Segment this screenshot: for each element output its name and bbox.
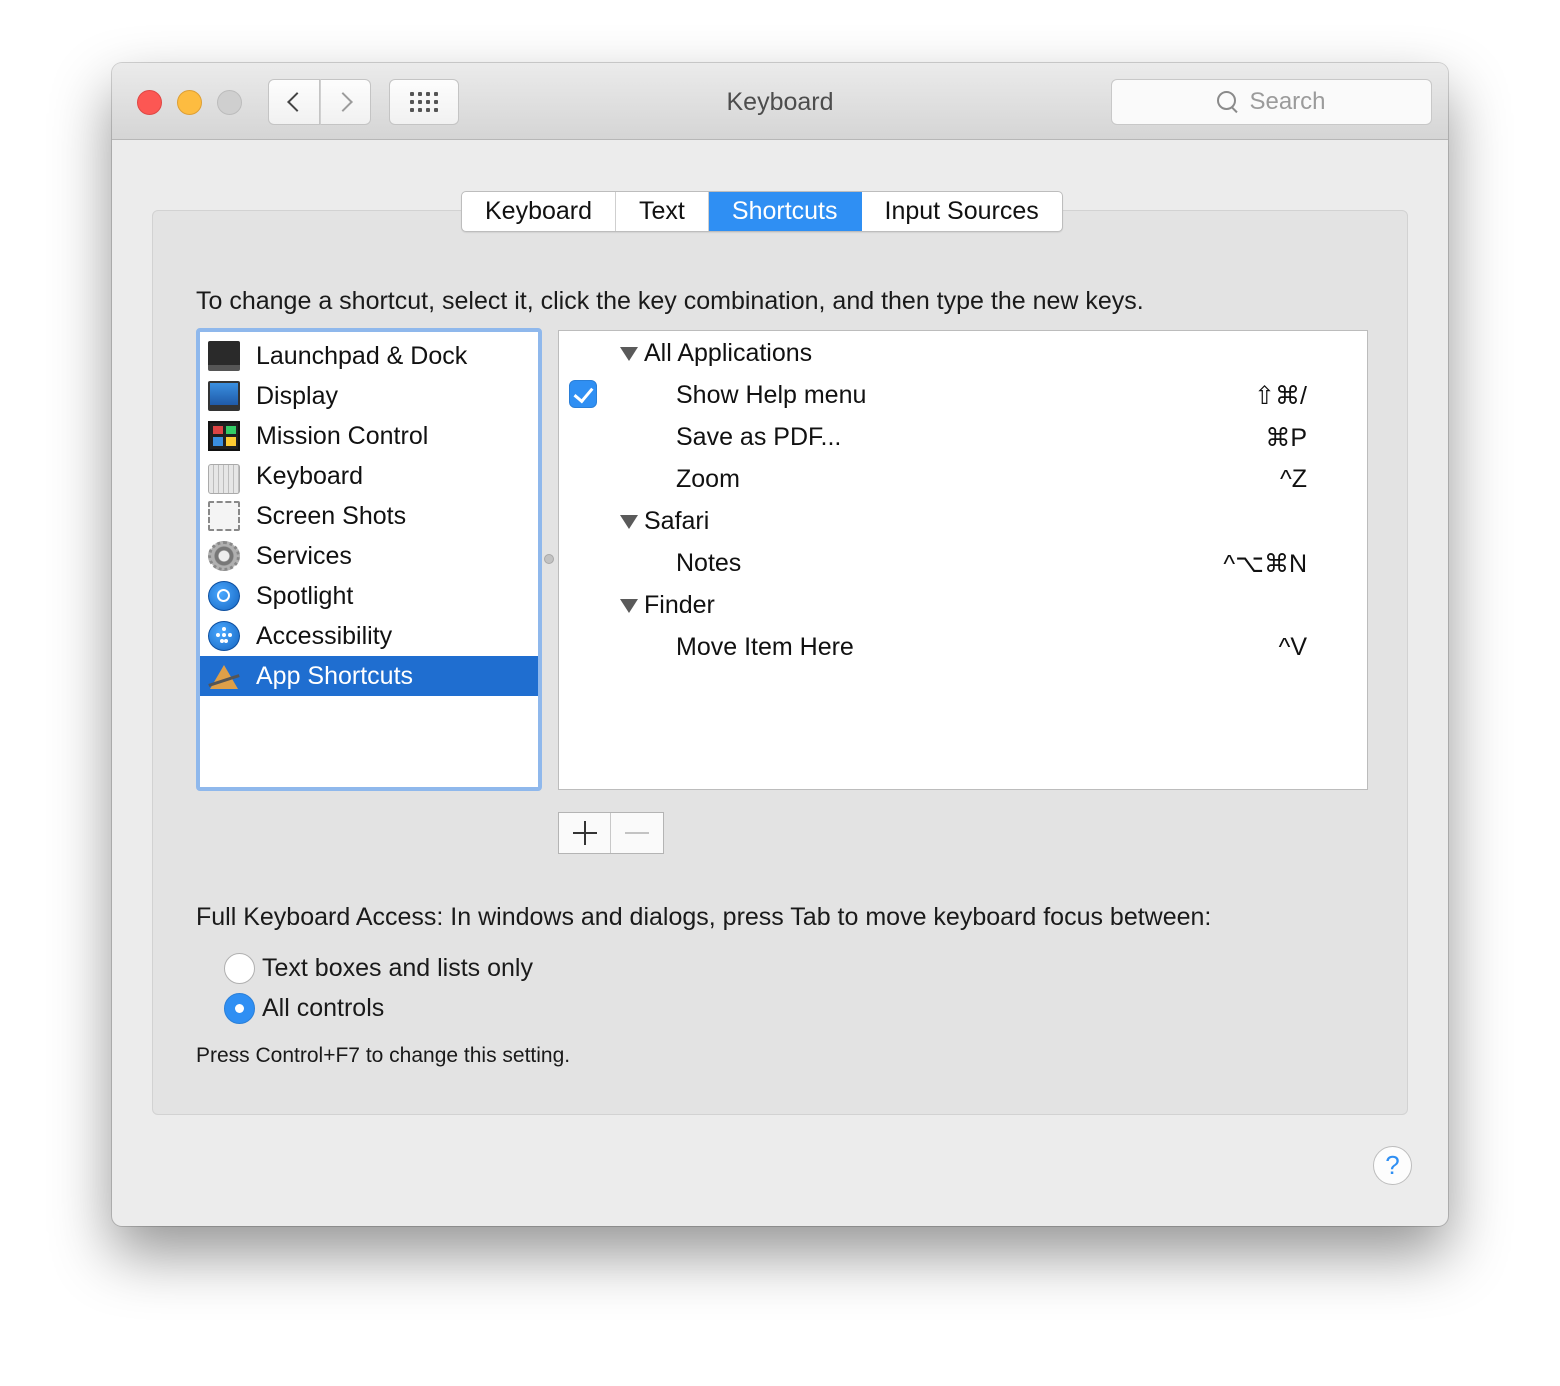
shortcut-hint: Press Control+F7 to change this setting.: [196, 1044, 571, 1067]
category-item-keyboard[interactable]: Keyboard: [200, 456, 538, 496]
tab-input-sources[interactable]: Input Sources: [862, 192, 1062, 231]
spotlight-icon: [208, 581, 240, 611]
category-label: Accessibility: [256, 621, 393, 650]
category-list[interactable]: Launchpad & Dock Display Mission Control…: [196, 328, 542, 791]
radio-button[interactable]: [224, 952, 255, 984]
disclosure-triangle-icon[interactable]: [620, 515, 638, 529]
category-label: App Shortcuts: [256, 661, 414, 690]
shortcut-name: Show Help menu: [676, 381, 867, 409]
category-item-mission-control[interactable]: Mission Control: [200, 416, 538, 456]
full-keyboard-access-label: Full Keyboard Access: In windows and dia…: [196, 903, 1212, 931]
search-icon: [1217, 91, 1239, 113]
help-button[interactable]: ?: [1373, 1146, 1412, 1185]
enable-checkbox[interactable]: [569, 380, 597, 408]
shortcut-keys[interactable]: ⌘P: [1265, 423, 1307, 453]
radio-label: Text boxes and lists only: [262, 953, 533, 982]
shortcut-row-zoom[interactable]: Zoom ^Z: [559, 459, 1367, 499]
shortcut-list[interactable]: All Applications Show Help menu ⇧⌘/ Save…: [558, 330, 1368, 790]
add-remove-control: [558, 812, 664, 854]
shortcut-name: Save as PDF...: [676, 423, 842, 451]
tab-text[interactable]: Text: [616, 192, 709, 231]
shortcut-keys[interactable]: ^V: [1279, 633, 1307, 662]
category-label: Keyboard: [256, 461, 364, 490]
accessibility-icon: [208, 621, 240, 651]
group-label: Finder: [644, 591, 715, 619]
radio-label: All controls: [262, 993, 385, 1022]
shortcut-keys[interactable]: ⇧⌘/: [1254, 381, 1307, 411]
app-store-icon: [208, 661, 240, 691]
title-bar: Keyboard Search: [112, 63, 1448, 140]
search-placeholder: Search: [1249, 88, 1326, 115]
group-label: All Applications: [644, 339, 813, 367]
category-label: Screen Shots: [256, 501, 407, 530]
remove-shortcut-button[interactable]: [611, 813, 663, 853]
shortcut-group-all-applications[interactable]: All Applications: [559, 333, 1367, 373]
shortcut-group-finder[interactable]: Finder: [559, 585, 1367, 625]
category-item-services[interactable]: Services: [200, 536, 538, 576]
disclosure-triangle-icon[interactable]: [620, 599, 638, 613]
tab-keyboard[interactable]: Keyboard: [462, 192, 617, 231]
category-item-launchpad-dock[interactable]: Launchpad & Dock: [200, 336, 538, 376]
radio-text-boxes-lists[interactable]: Text boxes and lists only: [224, 951, 533, 985]
shortcut-row-notes[interactable]: Notes ^⌥⌘N: [559, 543, 1367, 583]
category-item-display[interactable]: Display: [200, 376, 538, 416]
radio-button[interactable]: [224, 992, 255, 1024]
group-label: Safari: [644, 507, 710, 535]
category-item-accessibility[interactable]: Accessibility: [200, 616, 538, 656]
shortcut-keys[interactable]: ^⌥⌘N: [1223, 549, 1307, 579]
instructions-text: To change a shortcut, select it, click t…: [196, 287, 1144, 315]
category-item-spotlight[interactable]: Spotlight: [200, 576, 538, 616]
shortcut-row-show-help-menu[interactable]: Show Help menu ⇧⌘/: [559, 375, 1367, 415]
radio-all-controls[interactable]: All controls: [224, 991, 384, 1025]
launchpad-icon: [208, 341, 240, 371]
display-icon: [208, 381, 240, 411]
shortcut-group-safari[interactable]: Safari: [559, 501, 1367, 541]
keyboard-icon: [208, 464, 240, 494]
category-item-screen-shots[interactable]: Screen Shots: [200, 496, 538, 536]
category-item-app-shortcuts[interactable]: App Shortcuts: [200, 656, 538, 696]
tab-bar: Keyboard Text Shortcuts Input Sources: [461, 191, 1063, 232]
add-shortcut-button[interactable]: [559, 813, 611, 853]
split-view-handle[interactable]: [544, 554, 554, 564]
screenshot-icon: [208, 501, 240, 531]
category-label: Services: [256, 541, 352, 570]
category-label: Launchpad & Dock: [256, 341, 468, 370]
shortcut-keys[interactable]: ^Z: [1280, 465, 1307, 494]
category-label: Mission Control: [256, 421, 429, 450]
shortcut-name: Move Item Here: [676, 633, 854, 661]
shortcut-name: Notes: [676, 549, 742, 577]
shortcut-row-save-as-pdf[interactable]: Save as PDF... ⌘P: [559, 417, 1367, 457]
tab-shortcuts[interactable]: Shortcuts: [708, 192, 862, 231]
mission-control-icon: [208, 421, 240, 451]
category-label: Display: [256, 381, 338, 410]
preferences-window: Keyboard Search Keyboard Text Shortcuts …: [112, 63, 1448, 1226]
search-field[interactable]: Search: [1111, 79, 1432, 125]
disclosure-triangle-icon[interactable]: [620, 347, 638, 361]
gear-icon: [208, 541, 240, 571]
category-label: Spotlight: [256, 581, 354, 610]
shortcut-name: Zoom: [676, 465, 740, 493]
shortcut-row-move-item-here[interactable]: Move Item Here ^V: [559, 627, 1367, 667]
